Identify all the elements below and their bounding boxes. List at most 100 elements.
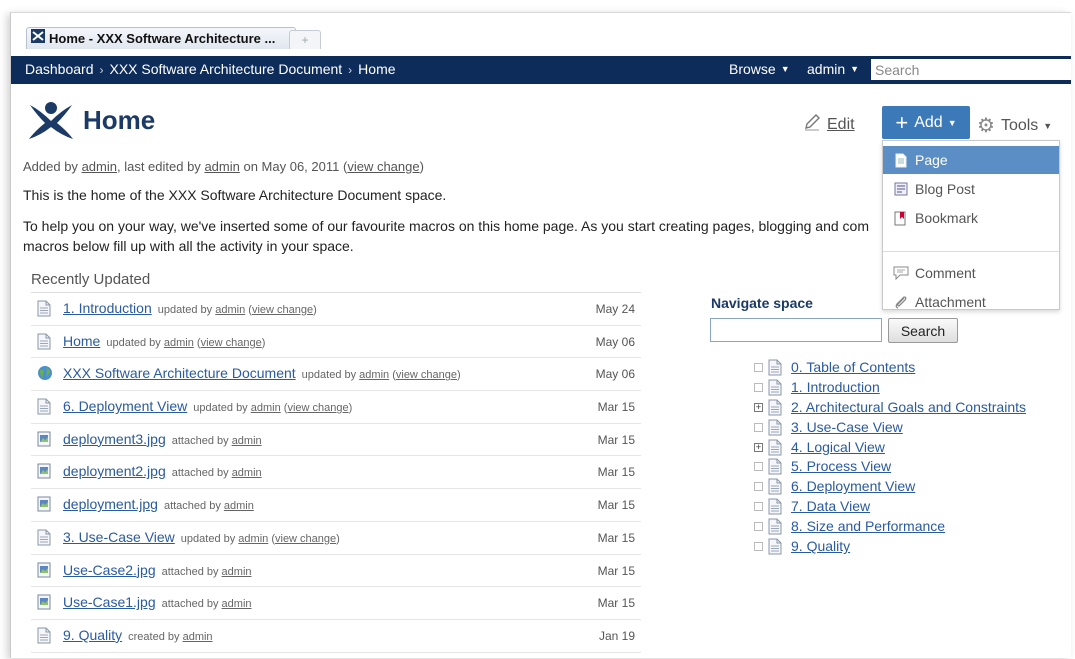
view-change-link[interactable]: view change [201, 337, 262, 349]
chevron-down-icon: ▼ [947, 117, 957, 128]
item-link[interactable]: 3. Use-Case View [63, 529, 175, 545]
page-icon [768, 359, 782, 379]
tree-item-link[interactable]: 6. Deployment View [791, 478, 915, 494]
list-item: Use-Case1.jpg attached by admin Mar 15 [31, 587, 641, 620]
page-icon [768, 498, 782, 518]
breadcrumb-separator-icon: › [99, 63, 104, 77]
item-link[interactable]: XXX Software Architecture Document [63, 365, 296, 381]
list-item-text: Home updated by admin (view change) [63, 332, 266, 349]
view-change-link[interactable]: view change [275, 533, 336, 545]
user-link[interactable]: admin [232, 435, 262, 447]
user-menu-button[interactable]: admin ▼ [807, 61, 859, 77]
help-paragraph-line-2: macros below fill up with all the activi… [23, 238, 354, 254]
menu-item-attachment[interactable]: Attachment [883, 288, 1059, 316]
browser-tab[interactable]: Home - XXX Software Architecture ... [26, 27, 296, 49]
pencil-icon [803, 113, 821, 136]
user-link[interactable]: admin [222, 598, 252, 610]
user-link[interactable]: admin [164, 337, 194, 349]
tree-item-link[interactable]: 5. Process View [791, 458, 891, 474]
editor-link[interactable]: admin [204, 159, 239, 174]
edit-button[interactable]: Edit [803, 113, 855, 136]
image-file-icon [37, 562, 53, 578]
tab-title: Home - XXX Software Architecture ... [49, 31, 276, 46]
user-link[interactable]: admin [224, 500, 254, 512]
user-label: admin [807, 61, 846, 77]
navigate-search-button[interactable]: Search [888, 318, 958, 343]
item-link[interactable]: Use-Case2.jpg [63, 562, 156, 578]
list-item: 9. Quality created by admin Jan 19 [31, 620, 641, 653]
user-link[interactable]: admin [222, 566, 252, 578]
view-change-link[interactable]: view change [347, 159, 419, 174]
item-link[interactable]: Home [63, 333, 100, 349]
user-link[interactable]: admin [183, 631, 213, 643]
tree-item-link[interactable]: 1. Introduction [791, 379, 880, 395]
tree-bullet-icon [754, 502, 763, 512]
navigate-search-input[interactable] [710, 318, 882, 342]
tree-item-link[interactable]: 4. Logical View [791, 439, 885, 455]
item-action: updated by [301, 369, 357, 382]
item-date: May 06 [595, 334, 635, 349]
breadcrumb-current[interactable]: Home [358, 61, 395, 77]
tree-item-link[interactable]: 3. Use-Case View [791, 419, 903, 435]
add-button[interactable]: + Add ▼ [882, 106, 970, 139]
item-link[interactable]: 1. Introduction [63, 300, 152, 316]
item-action: attached by [161, 565, 219, 578]
item-link[interactable]: 9. Quality [63, 627, 122, 643]
item-date: Mar 15 [597, 563, 635, 578]
page-icon [768, 458, 782, 478]
user-link[interactable]: admin [251, 402, 281, 414]
item-action: attached by [171, 467, 229, 480]
user-link[interactable]: admin [232, 467, 262, 479]
tree-item-link[interactable]: 0. Table of Contents [791, 359, 915, 375]
tree-item-link[interactable]: 2. Architectural Goals and Constraints [791, 399, 1026, 415]
menu-item-blog-post[interactable]: Blog Post [883, 175, 1059, 203]
user-link[interactable]: admin [359, 369, 389, 381]
creator-link[interactable]: admin [82, 159, 117, 174]
meta-text: , last edited by [116, 159, 201, 174]
user-link[interactable]: admin [215, 304, 245, 316]
menu-item-bookmark[interactable]: Bookmark [883, 204, 1059, 232]
attachment-icon [893, 294, 909, 310]
expand-plus-icon[interactable]: + [754, 442, 763, 452]
tree-bullet-icon [754, 382, 763, 392]
item-action: updated by [157, 304, 213, 316]
tree-item-link[interactable]: 8. Size and Performance [791, 518, 945, 534]
breadcrumb-space[interactable]: XXX Software Architecture Document [110, 61, 343, 77]
item-action: updated by [180, 532, 236, 545]
list-item-text: Use-Case2.jpg attached by admin [63, 562, 252, 578]
menu-item-page[interactable]: Page [883, 146, 1059, 174]
expand-plus-icon[interactable]: + [754, 402, 763, 412]
item-action: updated by [106, 336, 161, 349]
user-link[interactable]: admin [238, 533, 268, 545]
search-input[interactable] [871, 59, 1071, 80]
item-link[interactable]: Use-Case1.jpg [63, 594, 156, 610]
tree-item-link[interactable]: 7. Data View [791, 498, 870, 514]
item-action: attached by [171, 434, 229, 447]
item-link[interactable]: deployment.jpg [63, 496, 158, 512]
image-file-icon [37, 463, 53, 479]
view-change-link[interactable]: view change [287, 402, 348, 414]
page-title: Home [83, 105, 156, 135]
view-change-link[interactable]: view change [396, 369, 457, 381]
item-link[interactable]: 6. Deployment View [63, 398, 187, 414]
tree-bullet-icon [754, 522, 763, 532]
bookmark-icon [893, 210, 909, 226]
tree-item-link[interactable]: 9. Quality [791, 538, 850, 554]
menu-item-comment[interactable]: Comment [883, 259, 1059, 287]
image-file-icon [37, 431, 53, 447]
browse-menu-button[interactable]: Browse ▼ [729, 61, 790, 77]
breadcrumb-dashboard[interactable]: Dashboard [25, 61, 94, 77]
chevron-down-icon: ▼ [780, 64, 790, 74]
view-change-link[interactable]: view change [252, 304, 313, 316]
breadcrumb: Dashboard › XXX Software Architecture Docu… [25, 61, 396, 77]
item-link[interactable]: deployment2.jpg [63, 463, 166, 479]
item-link[interactable]: deployment3.jpg [63, 431, 166, 447]
top-navigation-bar: Dashboard › XXX Software Architecture Docu… [11, 56, 1071, 84]
new-tab-button[interactable]: + [289, 30, 321, 49]
item-date: Mar 15 [597, 400, 635, 415]
item-date: Mar 15 [597, 498, 635, 513]
tools-button[interactable]: ⚙ Tools ▼ [977, 113, 1052, 138]
list-item: XXX Software Architecture Document update… [31, 358, 641, 392]
menu-item-label: Comment [915, 265, 976, 281]
list-item: 1. Introduction updated by admin (view ch… [31, 293, 641, 326]
